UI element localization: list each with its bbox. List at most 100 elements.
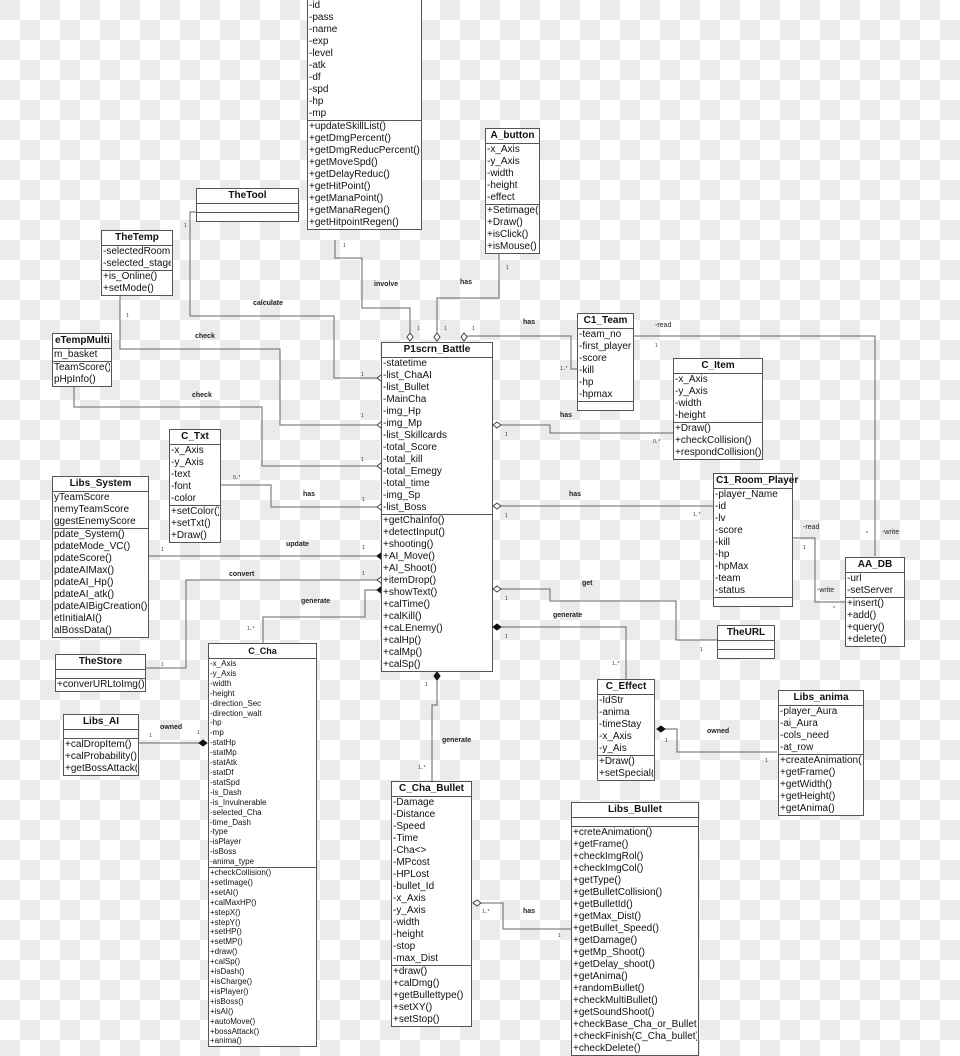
method-section: +calDropItem() +calProbability() +getBossA… <box>64 739 138 775</box>
class-c-cha-bullet[interactable]: C_Cha_Bullet -Damage -Distance -Speed -Time -… <box>391 781 472 1027</box>
label-generate-cha: generate <box>301 598 331 605</box>
class-method: +getAnima() <box>780 803 835 814</box>
class-libs-bullet[interactable]: Libs_Bullet +creteAnimation() +getFrame() +… <box>571 802 699 1056</box>
class-method: +calMaxHP() <box>210 897 257 907</box>
class-attribute: -direction_Sec <box>210 698 262 708</box>
class-method: +setHP() <box>210 927 242 937</box>
attribute-section: -team_no -first_player -score -kill -hp -hpma… <box>578 329 633 402</box>
mult: 1 <box>362 497 365 503</box>
class-attribute: -isBoss <box>210 847 237 857</box>
method-section: +setColor() +setTxt() +Draw() <box>170 506 220 542</box>
class-a-button[interactable]: A_button -x_Axis -y_Axis -width -height -effe… <box>485 128 540 254</box>
method-section <box>197 213 298 221</box>
method-section: pdate_System() pdateMode_VC() pdateScore()… <box>53 529 148 637</box>
aggregation-diamond <box>492 502 502 510</box>
attribute-section: -statetime -list_ChaAI -list_Bullet -MainCh… <box>382 358 492 515</box>
class-c-item[interactable]: C_Item -x_Axis -y_Axis -width -height +Draw()… <box>673 358 763 460</box>
class-method: +Draw() <box>675 423 711 434</box>
composition-diamond <box>656 725 666 733</box>
class-method: +checkBase_Cha_or_Bullet() <box>573 1019 697 1030</box>
label-check-temp: check <box>195 333 215 340</box>
class-method: +getHeight() <box>780 791 836 802</box>
class-title: Libs_Bullet <box>572 803 698 818</box>
attribute-section <box>56 670 145 679</box>
class-p1scrn-battle[interactable]: P1scrn_Battle -statetime -list_ChaAI -list_… <box>381 342 493 672</box>
mult: 1 <box>665 738 668 744</box>
mult: 1 <box>361 457 364 463</box>
class-libs-system[interactable]: Libs_System yTeamScore nemyTeamScore ggestE… <box>52 476 149 638</box>
class-title: Libs_AI <box>64 715 138 730</box>
aggregation-diamond <box>492 421 502 429</box>
label-has-button: has <box>460 279 473 286</box>
attribute-section: -player_Aura -ai_Aura -cols_need -at_row <box>779 706 863 755</box>
class-method: +getDelay_shoot() <box>573 959 655 970</box>
class-method: +anima() <box>210 1036 242 1046</box>
class-c1-team[interactable]: C1_Team -team_no -first_player -score -kill -… <box>577 313 634 411</box>
class-method: +add() <box>847 610 877 621</box>
mult: 1 <box>558 933 561 939</box>
class-attribute: -is_Invulnerable <box>210 797 267 807</box>
class-the-tool[interactable]: TheTool <box>196 188 299 222</box>
class-attribute: -width <box>487 168 514 179</box>
class-attribute: -cols_need <box>780 730 829 741</box>
class-attribute: -IdStr <box>599 695 624 706</box>
class-method: +setImage() <box>210 877 253 887</box>
class-the-store[interactable]: TheStore +converURLtoImg() <box>55 654 146 692</box>
class-method: +setXY() <box>393 1002 433 1013</box>
class-title: P1scrn_Battle <box>382 343 492 358</box>
class-attribute: -pass <box>309 12 334 23</box>
class-player[interactable]: -id -pass -name -exp -level -atk -df -spd -hp -mp… <box>307 0 422 230</box>
class-method: +getMp_Shoot() <box>573 947 645 958</box>
class-aa-db[interactable]: AA_DB -url -setServer +insert() +add() +query… <box>845 557 905 647</box>
attribute-section: -x_Axis -y_Axis -text -font -color <box>170 445 220 506</box>
class-method: +getDmgPercent() <box>309 133 391 144</box>
mult: 1 <box>505 634 508 640</box>
class-method: +delete() <box>847 634 887 645</box>
mult: 1 <box>472 326 475 332</box>
class-c-txt[interactable]: C_Txt -x_Axis -y_Axis -text -font -color +setC… <box>169 429 221 543</box>
class-title: A_button <box>486 129 539 144</box>
class-attribute: -total_time <box>383 478 430 489</box>
class-method: +createAnimation() <box>780 755 862 766</box>
method-section: +updateSkillList() +getDmgPercent() +getDm… <box>308 121 421 229</box>
class-method: +isMouse() <box>487 241 537 252</box>
class-attribute: -is_Dash <box>210 787 242 797</box>
class-attribute: -statAtk <box>210 758 238 768</box>
class-the-url[interactable]: TheURL <box>717 625 775 659</box>
connector-has-txt <box>221 484 377 508</box>
class-method: pHpInfo() <box>54 374 96 385</box>
class-method: +draw() <box>393 966 428 977</box>
class-method: +getWidth() <box>780 779 832 790</box>
mult: 1 <box>425 682 428 688</box>
label-has-libs-bullet: has <box>523 908 536 915</box>
connector-involve <box>334 240 411 337</box>
class-attribute: -height <box>487 180 518 191</box>
mult: 1 <box>765 758 768 764</box>
class-attribute: -HPLost <box>393 869 430 880</box>
class-c-effect[interactable]: C_Effect -IdStr -anima -timeStay -x_Axis -y_A… <box>597 679 655 781</box>
class-method: +isClick() <box>487 229 529 240</box>
mult: 1 <box>184 223 187 229</box>
class-title: TheTemp <box>102 231 172 246</box>
class-method: +randomBullet() <box>573 983 645 994</box>
attribute-section: -id -pass -name -exp -level -atk -df -spd -hp -mp <box>308 0 421 121</box>
class-c-cha[interactable]: C_Cha -x_Axis -y_Axis -width -height -directi… <box>208 643 317 1048</box>
method-section: +creteAnimation() +getFrame() +checkImgRol… <box>572 827 698 1055</box>
class-the-temp-multi[interactable]: eTempMulti m_basket TeamScore() pHpInfo() <box>52 333 112 387</box>
class-libs-ai[interactable]: Libs_AI +calDropItem() +calProbability() +g… <box>63 714 139 776</box>
mult: 1..* <box>247 626 255 632</box>
class-method: pdateAIBigCreation() <box>54 601 147 612</box>
class-c1-room-player[interactable]: C1_Room_Player -player_Name -id -lv -score -k… <box>713 473 798 607</box>
label-write-room: -write <box>817 587 835 594</box>
class-method: +creteAnimation() <box>573 827 653 838</box>
class-libs-anima[interactable]: Libs_anima -player_Aura -ai_Aura -cols_need… <box>778 690 864 816</box>
class-attribute: -anima_type <box>210 857 255 867</box>
class-method: +checkCollision() <box>210 868 272 878</box>
method-section: +is_Online() +setMode() <box>102 271 172 295</box>
label-read-room: -read <box>803 524 820 531</box>
class-method: +isPlayer() <box>210 986 249 996</box>
class-the-temp[interactable]: TheTemp -selectedRoom -selected_stage +is_O… <box>101 230 173 296</box>
class-method: +getManaPoint() <box>309 193 384 204</box>
attribute-section: -x_Axis -y_Axis -width -height -direction_Se… <box>209 659 316 869</box>
class-attribute: -Damage <box>393 797 435 808</box>
